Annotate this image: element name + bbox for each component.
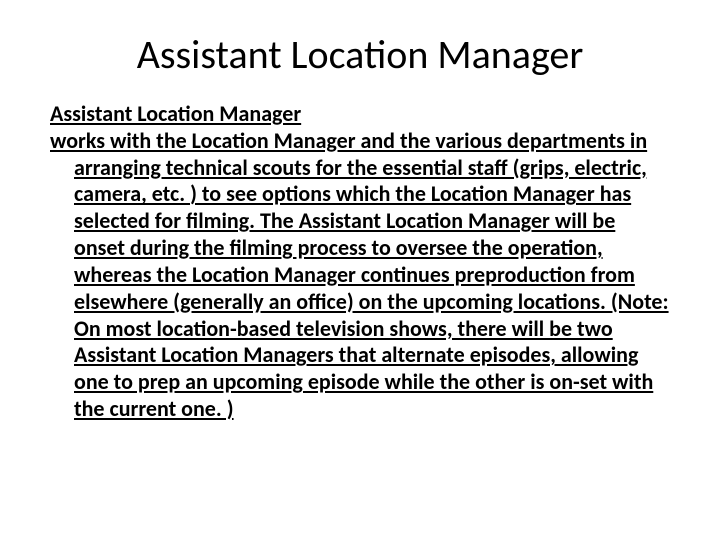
slide-title: Assistant Location Manager <box>50 30 670 79</box>
body-line-1: Assistant Location Manager <box>50 101 670 128</box>
slide-body: Assistant Location Manager works with th… <box>50 101 670 423</box>
slide: Assistant Location Manager Assistant Loc… <box>0 0 720 540</box>
body-line-2: works with the Location Manager and the … <box>50 128 670 423</box>
